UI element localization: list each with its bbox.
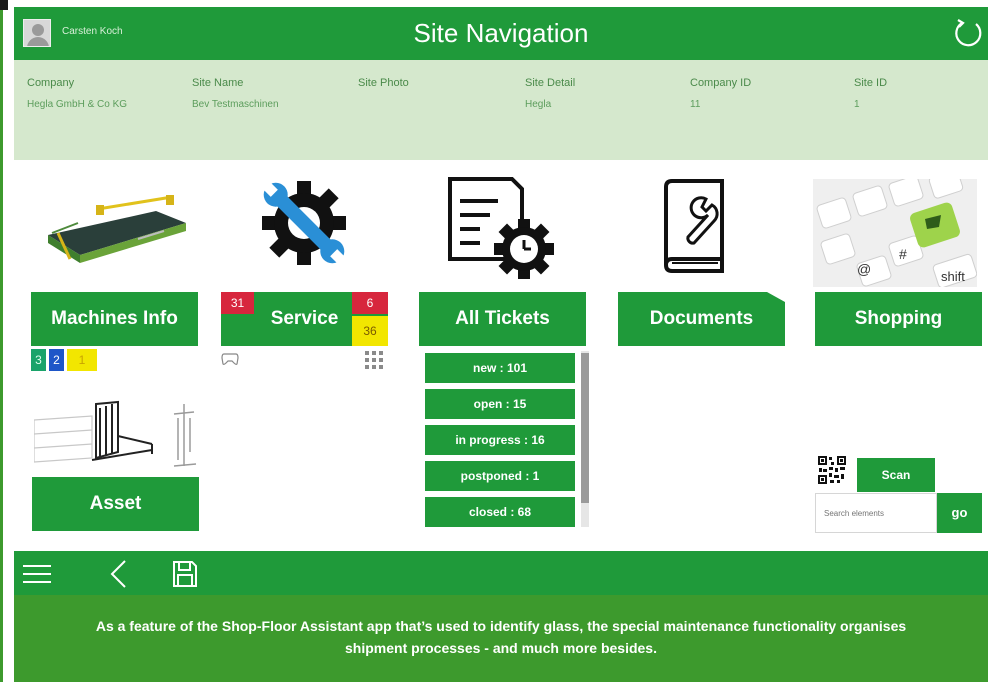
site-name-column: Site Name Bev Testmaschinen [192, 77, 279, 110]
asset-glass-rack-image[interactable] [34, 400, 204, 474]
machines-badge-blue: 2 [49, 349, 64, 371]
frame-accent-line [0, 0, 3, 682]
back-arrow-icon[interactable] [109, 559, 127, 589]
ticket-status-postponed[interactable]: postponed : 1 [425, 461, 575, 491]
ticket-status-new[interactable]: new : 101 [425, 353, 575, 383]
caption-band: As a feature of the Shop-Floor Assistant… [14, 595, 988, 682]
site-detail-label: Site Detail [525, 77, 576, 89]
site-detail-column: Site Detail Hegla [525, 77, 575, 110]
site-id-column: Site ID 1 [854, 77, 887, 110]
go-button[interactable]: go [937, 493, 982, 533]
shopping-keyboard-image[interactable]: @ # shift [813, 179, 977, 287]
gamepad-icon[interactable] [221, 352, 239, 366]
ticket-list-scroll-thumb[interactable] [581, 353, 589, 503]
documents-label: Documents [649, 308, 754, 329]
svg-text:@: @ [857, 261, 871, 277]
company-value: Hegla GmbH & Co KG [27, 99, 128, 110]
ticket-status-in-progress[interactable]: in progress : 16 [425, 425, 575, 455]
title-bar: Carsten Koch Site Navigation [14, 7, 988, 60]
service-badge-yellow: 36 [352, 316, 388, 346]
machines-badge-teal: 3 [31, 349, 46, 371]
site-id-label: Site ID [854, 77, 888, 89]
bottom-toolbar [14, 551, 988, 595]
service-label: Service [270, 308, 339, 329]
ticket-status-open[interactable]: open : 15 [425, 389, 575, 419]
company-id-value: 11 [690, 99, 701, 110]
machines-info-tile[interactable]: Machines Info [31, 292, 198, 346]
caption-line-2: shipment processes - and much more besid… [345, 640, 657, 656]
machine-cutting-table-icon[interactable] [38, 193, 198, 273]
site-name-value: Bev Testmaschinen [192, 99, 279, 110]
svg-text:#: # [899, 246, 907, 262]
all-tickets-tile[interactable]: All Tickets [419, 292, 586, 346]
search-elements-input[interactable] [815, 493, 937, 533]
site-name-label: Site Name [192, 77, 244, 89]
hamburger-menu-icon[interactable] [23, 563, 51, 585]
tickets-document-clock-icon[interactable] [444, 175, 564, 281]
asset-tile[interactable]: Asset [32, 477, 199, 531]
site-id-value: 1 [854, 99, 860, 110]
app-window: Carsten Koch Site Navigation Company Heg… [14, 7, 988, 595]
service-badge-red-right: 6 [352, 292, 388, 314]
site-photo-label: Site Photo [358, 77, 409, 89]
figure-frame: Carsten Koch Site Navigation Company Heg… [0, 0, 988, 682]
service-gear-wrench-icon[interactable] [258, 177, 350, 269]
grid-menu-icon[interactable] [364, 350, 384, 370]
scan-button[interactable]: Scan [857, 458, 935, 492]
site-photo-column: Site Photo [358, 77, 409, 99]
company-column: Company Hegla GmbH & Co KG [27, 77, 127, 110]
service-badge-red-left: 31 [221, 292, 254, 314]
documents-manual-book-icon[interactable] [658, 177, 730, 275]
ticket-status-list[interactable]: new : 101 open : 15 in progress : 16 pos… [421, 351, 589, 527]
figure-caption: As a feature of the Shop-Floor Assistant… [14, 615, 988, 659]
site-info-panel: Company Hegla GmbH & Co KG Site Name Bev… [14, 60, 988, 160]
documents-corner-fold-icon [767, 292, 785, 302]
company-id-label: Company ID [690, 77, 752, 89]
qr-code-icon[interactable] [817, 455, 847, 485]
site-detail-value: Hegla [525, 99, 552, 110]
frame-corner-mark [0, 0, 8, 10]
svg-text:shift: shift [941, 269, 965, 284]
ticket-list-scrollbar[interactable] [581, 351, 589, 527]
machines-badge-yellow: 1 [67, 349, 97, 371]
save-floppy-icon[interactable] [172, 560, 198, 588]
company-id-column: Company ID 11 [690, 77, 751, 110]
company-label: Company [27, 77, 75, 89]
documents-tile[interactable]: Documents [618, 292, 785, 346]
page-title: Site Navigation [413, 18, 589, 48]
ticket-status-closed[interactable]: closed : 68 [425, 497, 575, 527]
refresh-icon[interactable] [952, 17, 984, 49]
shopping-tile[interactable]: Shopping [815, 292, 982, 346]
caption-line-1: As a feature of the Shop-Floor Assistant… [95, 618, 907, 634]
